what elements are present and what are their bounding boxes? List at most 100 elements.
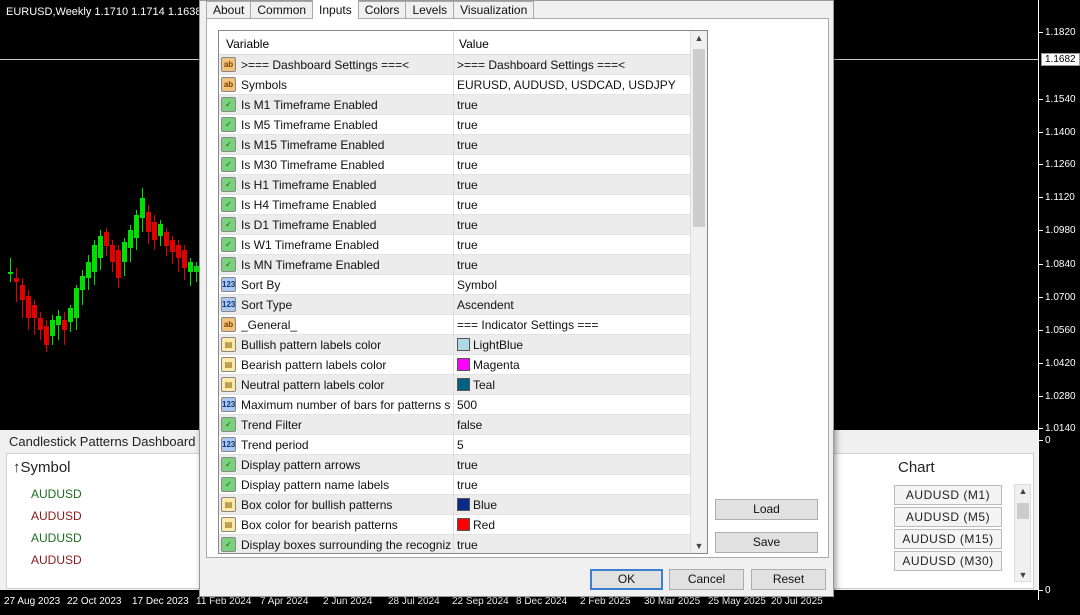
value-column-header[interactable]: Value [459,37,489,51]
price-tick [1039,363,1043,364]
symbol-row[interactable]: AUDUSD [31,531,82,545]
input-row[interactable]: ✓ Display boxes surrounding the recognize… [219,535,690,553]
variable-value[interactable]: true [457,158,478,172]
variable-value[interactable]: true [457,138,478,152]
number-type-icon: 123 [221,397,236,412]
price-tick [1039,164,1043,165]
color-swatch[interactable] [457,498,470,511]
input-row[interactable]: ab _General_ === Indicator Settings === [219,315,690,335]
variable-value[interactable]: 5 [457,438,464,452]
color-swatch[interactable] [457,338,470,351]
tab-levels[interactable]: Levels [405,1,455,19]
color-swatch[interactable] [457,518,470,531]
input-row[interactable]: ✓ Is M1 Timeframe Enabled true [219,95,690,115]
variable-value[interactable]: >=== Dashboard Settings ===< [457,58,625,72]
variable-column-header[interactable]: Variable [226,37,269,51]
variable-value[interactable]: true [457,178,478,192]
scroll-down-icon[interactable]: ▼ [694,541,704,551]
variable-value[interactable]: true [457,258,478,272]
scroll-down-icon[interactable]: ▼ [1018,570,1028,580]
variable-value[interactable]: 500 [457,398,477,412]
save-button[interactable]: Save [715,532,818,553]
variable-value[interactable]: Symbol [457,278,497,292]
time-label: 8 Dec 2024 [516,596,568,607]
variable-value[interactable]: true [457,458,478,472]
variable-name: Bullish pattern labels color [241,338,382,352]
variable-value[interactable]: Teal [473,378,495,392]
time-label: 17 Dec 2023 [132,596,189,607]
variable-value[interactable]: true [457,218,478,232]
variable-value[interactable]: Ascendent [457,298,514,312]
variable-value[interactable]: EURUSD, AUDUSD, USDCAD, USDJPY [457,78,676,92]
dashboard-scrollbar[interactable]: ▲ ▼ [1014,484,1031,582]
open-chart-button[interactable]: AUDUSD (M1) [894,485,1002,505]
input-row[interactable]: ✓ Is M30 Timeframe Enabled true [219,155,690,175]
color-swatch[interactable] [457,358,470,371]
input-row[interactable]: 123 Maximum number of bars for patterns s… [219,395,690,415]
input-row[interactable]: ✓ Is H4 Timeframe Enabled true [219,195,690,215]
variable-name: Neutral pattern labels color [241,378,385,392]
symbol-row[interactable]: AUDUSD [31,487,82,501]
color-type-icon: ▤ [221,377,236,392]
price-tick [1039,428,1043,429]
open-chart-button[interactable]: AUDUSD (M5) [894,507,1002,527]
input-row[interactable]: ▤ Box color for bearish patterns Red [219,515,690,535]
ok-button[interactable]: OK [590,569,663,590]
variable-value[interactable]: Magenta [473,358,520,372]
open-chart-button[interactable]: AUDUSD (M30) [894,551,1002,571]
variable-value[interactable]: false [457,418,482,432]
input-row[interactable]: 123 Trend period 5 [219,435,690,455]
scroll-thumb[interactable] [693,49,705,227]
tab-common[interactable]: Common [250,1,314,19]
variable-value[interactable]: Red [473,518,495,532]
input-row[interactable]: ✓ Is H1 Timeframe Enabled true [219,175,690,195]
input-row[interactable]: ✓ Is M15 Timeframe Enabled true [219,135,690,155]
variable-value[interactable]: true [457,98,478,112]
scroll-up-icon[interactable]: ▲ [694,33,704,43]
color-swatch[interactable] [457,378,470,391]
input-row[interactable]: ✓ Display pattern name labels true [219,475,690,495]
variable-value[interactable]: true [457,198,478,212]
tab-about[interactable]: About [206,1,252,19]
input-row[interactable]: ab Symbols EURUSD, AUDUSD, USDCAD, USDJPY [219,75,690,95]
input-row[interactable]: ✓ Is D1 Timeframe Enabled true [219,215,690,235]
symbol-row[interactable]: AUDUSD [31,553,82,567]
grid-header: Variable Value [219,31,690,55]
input-row[interactable]: ✓ Is W1 Timeframe Enabled true [219,235,690,255]
variable-value[interactable]: true [457,478,478,492]
variable-value[interactable]: true [457,538,478,552]
scroll-thumb[interactable] [1017,503,1029,519]
variable-name: Is H1 Timeframe Enabled [241,178,377,192]
chart-column-header[interactable]: Chart [898,459,935,476]
input-row[interactable]: 123 Sort By Symbol [219,275,690,295]
input-row[interactable]: ▤ Box color for bullish patterns Blue [219,495,690,515]
variable-value[interactable]: === Indicator Settings === [457,318,598,332]
symbol-row[interactable]: AUDUSD [31,509,82,523]
input-row[interactable]: ▤ Bearish pattern labels color Magenta [219,355,690,375]
variable-value[interactable]: true [457,238,478,252]
scroll-up-icon[interactable]: ▲ [1018,486,1028,496]
variable-value[interactable]: LightBlue [473,338,523,352]
tab-visualization[interactable]: Visualization [453,1,535,19]
variable-name: Is H4 Timeframe Enabled [241,198,377,212]
input-row[interactable]: ✓ Is MN Timeframe Enabled true [219,255,690,275]
input-row[interactable]: 123 Sort Type Ascendent [219,295,690,315]
variable-value[interactable]: Blue [473,498,497,512]
load-button[interactable]: Load [715,499,818,520]
symbol-column-header[interactable]: ↑Symbol [13,459,71,476]
input-row[interactable]: ✓ Is M5 Timeframe Enabled true [219,115,690,135]
input-row[interactable]: ▤ Bullish pattern labels color LightBlue [219,335,690,355]
input-row[interactable]: ab >=== Dashboard Settings ===< >=== Dashb… [219,55,690,75]
tab-colors[interactable]: Colors [357,1,407,19]
variable-value[interactable]: true [457,118,478,132]
number-type-icon: 123 [221,437,236,452]
input-row[interactable]: ▤ Neutral pattern labels color Teal [219,375,690,395]
input-row[interactable]: ✓ Display pattern arrows true [219,455,690,475]
reset-button[interactable]: Reset [751,569,826,590]
open-chart-button[interactable]: AUDUSD (M15) [894,529,1002,549]
input-row[interactable]: ✓ Trend Filter false [219,415,690,435]
grid-scrollbar[interactable]: ▲ ▼ [690,31,707,553]
cancel-button[interactable]: Cancel [669,569,744,590]
bool-type-icon: ✓ [221,237,236,252]
tab-inputs[interactable]: Inputs [312,0,359,19]
